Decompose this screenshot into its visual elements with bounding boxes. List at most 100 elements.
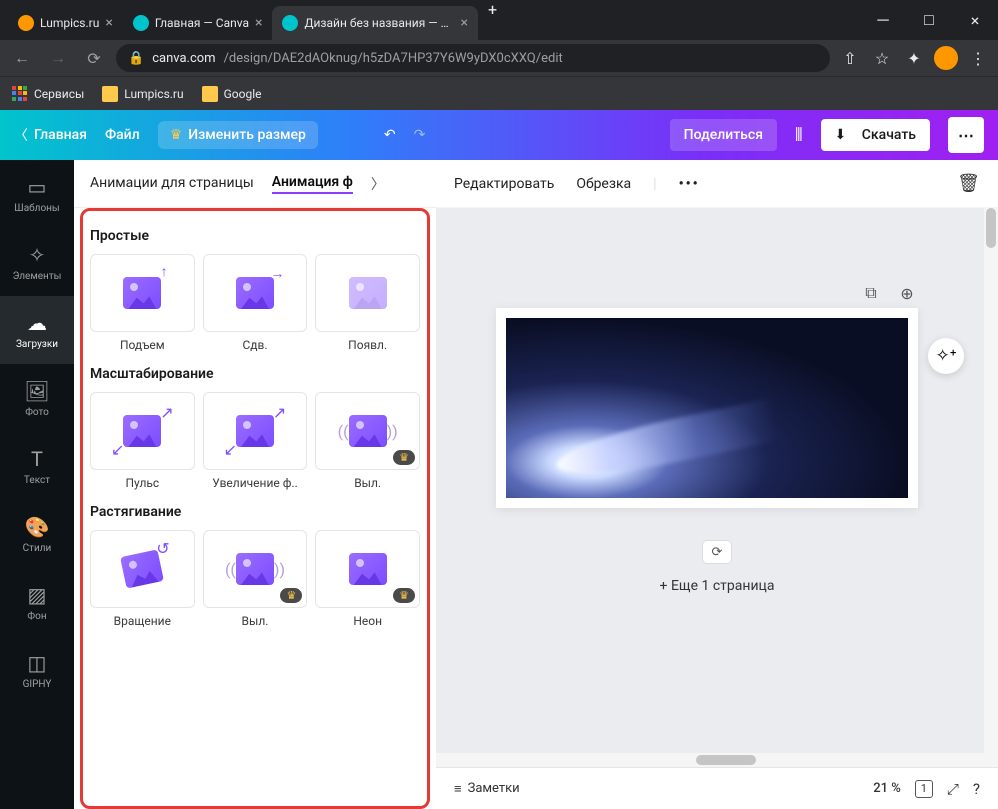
redo-button[interactable]: ↷: [414, 127, 426, 143]
bookmark-lumpics[interactable]: Lumpics.ru: [102, 86, 183, 102]
sidebar-rail: ▭Шаблоны ✧ Элементы ☁Загрузки 🖼 Фото TТекс…: [0, 160, 74, 809]
notes-button[interactable]: ≡Заметки: [454, 781, 520, 797]
tab-photo-animations[interactable]: Анимация ф: [272, 174, 353, 194]
magic-comment-button[interactable]: ✧⁺: [928, 338, 964, 374]
anim-neon[interactable]: ♛Неон: [315, 530, 420, 628]
scrollbar-thumb[interactable]: [986, 208, 996, 248]
anim-rotate[interactable]: ↺Вращение: [90, 530, 195, 628]
page-actions: ⧉ ⊕: [858, 280, 920, 306]
add-page-link[interactable]: + Еще 1 страница: [436, 578, 998, 594]
share-button[interactable]: Поделиться: [670, 119, 777, 151]
anim-pan[interactable]: →Сдв.: [203, 254, 308, 352]
url-host: canva.com: [152, 51, 215, 66]
edit-button[interactable]: Редактировать: [454, 176, 554, 192]
anim-off[interactable]: (())♛Выл.: [203, 530, 308, 628]
anim-label: Сдв.: [242, 338, 267, 352]
home-button[interactable]: 〈Главная: [14, 125, 87, 145]
undo-button[interactable]: ↶: [384, 127, 396, 143]
bookmark-google[interactable]: Google: [202, 86, 262, 102]
rail-photos[interactable]: 🖼 Фото: [0, 364, 74, 432]
share-label: Поделиться: [684, 127, 763, 143]
rail-label: Фото: [25, 407, 49, 418]
close-icon[interactable]: ×: [105, 15, 112, 31]
close-icon[interactable]: ×: [255, 15, 262, 31]
download-button[interactable]: ⬇ Скачать: [821, 119, 930, 151]
anim-thumb: ↺: [90, 530, 195, 608]
rail-label: Фон: [27, 611, 46, 622]
animations-list: Простые ↑Подъем →Сдв. Появл. Масштабиров…: [74, 208, 436, 809]
back-button[interactable]: ←: [8, 44, 36, 72]
anim-label: Появл.: [348, 338, 387, 352]
wave-icon: ((: [338, 422, 349, 441]
anim-thumb: ♛: [315, 530, 420, 608]
reload-button[interactable]: ⟳: [80, 44, 108, 72]
trash-icon[interactable]: 🗑: [957, 173, 980, 194]
page-image[interactable]: [506, 318, 908, 498]
bookmark-apps[interactable]: Сервисы: [12, 86, 84, 102]
sync-button[interactable]: ⟳: [702, 540, 732, 564]
forward-button[interactable]: →: [44, 44, 72, 72]
anim-thumb: (())♛: [315, 392, 420, 470]
browser-tab-1[interactable]: Главная — Canva ×: [123, 6, 273, 40]
menu-icon[interactable]: ⋮: [966, 49, 990, 68]
rail-templates[interactable]: ▭Шаблоны: [0, 160, 74, 228]
arrow-up-icon: ↑: [161, 263, 168, 280]
rail-styles[interactable]: 🎨Стили: [0, 500, 74, 568]
address-bar[interactable]: 🔒 canva.com/design/DAE2dAOknug/h5zDA7HP3…: [116, 44, 830, 72]
rail-giphy[interactable]: ◫GIPHY: [0, 636, 74, 704]
extensions-icon[interactable]: ✦: [902, 49, 926, 68]
anim-wipe[interactable]: (())♛ Выл.: [315, 392, 420, 490]
page-card[interactable]: [496, 308, 918, 508]
close-window-button[interactable]: ×: [952, 0, 998, 40]
share-icon[interactable]: ⇧: [838, 49, 862, 68]
anim-rise[interactable]: ↑Подъем: [90, 254, 195, 352]
horizontal-scrollbar[interactable]: [436, 753, 998, 767]
anim-zoom[interactable]: ↗↙Увеличение ф..: [203, 392, 308, 490]
animations-panel: Анимации для страницы Анимация ф 〉 Прост…: [74, 160, 436, 809]
zoom-level[interactable]: 21 %: [873, 781, 901, 796]
resize-button[interactable]: ♛Изменить размер: [158, 121, 318, 149]
anim-thumb: ↗↙: [203, 392, 308, 470]
duplicate-page-icon[interactable]: ⧉: [858, 280, 884, 306]
rail-label: Элементы: [13, 271, 62, 282]
profile-avatar[interactable]: [934, 46, 958, 70]
anim-pulse[interactable]: ↗↙Пульс: [90, 392, 195, 490]
rail-background[interactable]: ▨Фон: [0, 568, 74, 636]
star-icon[interactable]: ☆: [870, 49, 894, 68]
elements-icon: ✧: [29, 243, 46, 267]
crop-button[interactable]: Обрезка: [576, 176, 631, 192]
maximize-button[interactable]: □: [906, 0, 952, 40]
add-page-icon[interactable]: ⊕: [894, 280, 920, 306]
fullscreen-icon[interactable]: ⤢: [947, 780, 959, 798]
page-count[interactable]: 1: [915, 780, 933, 798]
browser-tab-0[interactable]: Lumpics.ru ×: [8, 6, 123, 40]
chevron-right-icon[interactable]: 〉: [371, 174, 385, 194]
minimize-button[interactable]: ─: [860, 0, 906, 40]
rail-elements[interactable]: ✧ Элементы: [0, 228, 74, 296]
file-menu[interactable]: Файл: [105, 127, 140, 143]
tab-title: Дизайн без названия — 1920: [304, 16, 454, 30]
rail-text[interactable]: TТекст: [0, 432, 74, 500]
more-button[interactable]: ⋯: [948, 117, 984, 153]
close-icon[interactable]: ×: [460, 15, 467, 31]
stats-button[interactable]: ⫴: [795, 125, 803, 146]
scrollbar-thumb[interactable]: [696, 755, 756, 765]
main-area: ▭Шаблоны ✧ Элементы ☁Загрузки 🖼 Фото TТекс…: [0, 160, 998, 809]
tab-title: Главная — Canva: [155, 16, 249, 30]
browser-tab-2[interactable]: Дизайн без названия — 1920 ×: [272, 6, 477, 40]
tab-page-animations[interactable]: Анимации для страницы: [90, 175, 254, 193]
anim-label: Выл.: [354, 476, 381, 490]
photo-icon: 🖼: [24, 379, 49, 403]
help-icon[interactable]: ?: [973, 780, 980, 798]
anim-fade[interactable]: Появл.: [315, 254, 420, 352]
file-label: Файл: [105, 127, 140, 143]
templates-icon: ▭: [28, 175, 47, 199]
rail-uploads[interactable]: ☁Загрузки: [0, 296, 74, 364]
arrow-icon: ↗: [273, 403, 286, 422]
vertical-scrollbar[interactable]: [984, 208, 998, 753]
download-label: Скачать: [862, 127, 916, 143]
page-count-value: 1: [915, 780, 933, 798]
more-options-button[interactable]: •••: [679, 176, 700, 192]
new-tab-button[interactable]: +: [478, 0, 507, 40]
canvas-viewport[interactable]: ⧉ ⊕ ✧⁺ ⟳ + Еще 1 страница: [436, 208, 998, 767]
